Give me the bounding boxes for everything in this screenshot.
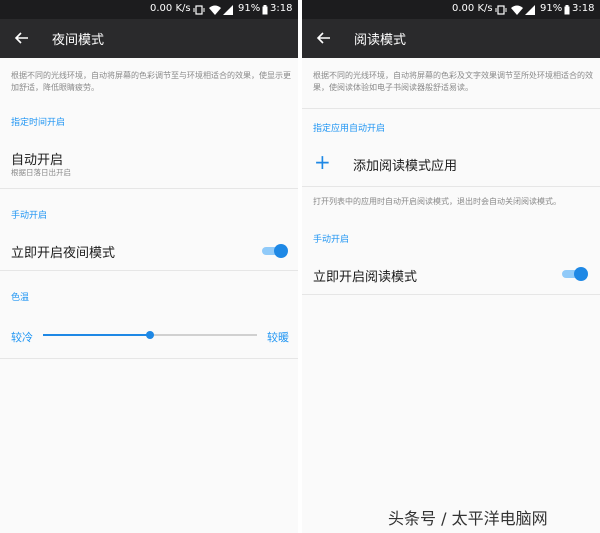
app-bar: 阅读模式 xyxy=(302,19,600,58)
auto-on-subtitle: 根据日落日出开启 xyxy=(11,168,71,177)
divider xyxy=(0,358,298,359)
divider xyxy=(0,188,298,189)
clock: 3:18 xyxy=(572,3,595,14)
color-temperature-slider[interactable] xyxy=(43,328,257,342)
reading-mode-description: 根据不同的光线环境，自动将屏幕的色彩及文字效果调节至所处环境相适合的效果，使阅读… xyxy=(313,71,593,92)
page-title: 阅读模式 xyxy=(354,33,407,48)
instant-night-mode-toggle[interactable] xyxy=(262,243,288,259)
night-mode-description: 根据不同的光线环境，自动将屏幕的色彩调节至与环境相适合的效果，使显示更加舒适，降… xyxy=(11,71,291,92)
section-scheduled-on: 指定时间开启 xyxy=(11,118,66,128)
battery-icon xyxy=(262,5,268,15)
instant-reading-mode-label: 立即开启阅读模式 xyxy=(313,270,418,285)
divider xyxy=(0,270,298,271)
battery-percent: 91% xyxy=(540,3,563,14)
arrow-left-icon[interactable] xyxy=(315,29,333,47)
clock: 3:18 xyxy=(270,3,293,14)
section-app-auto-on: 指定应用自动开启 xyxy=(313,124,386,134)
battery-icon xyxy=(564,5,570,15)
reading-mode-screen: 0.00 K/s 91% 3:18 阅读模式 根据不同的光线环境，自动将屏幕的色… xyxy=(302,0,600,533)
vibrate-icon xyxy=(193,5,205,15)
status-bar: 0.00 K/s 91% 3:18 xyxy=(0,0,298,19)
wifi-icon xyxy=(511,5,523,15)
vibrate-icon xyxy=(495,5,507,15)
instant-reading-mode-toggle[interactable] xyxy=(562,266,588,282)
arrow-left-icon[interactable] xyxy=(13,29,31,47)
color-temp-cool-label: 较冷 xyxy=(11,331,33,344)
add-reading-app-label: 添加阅读模式应用 xyxy=(353,159,458,174)
instant-night-mode-label: 立即开启夜间模式 xyxy=(11,246,116,261)
color-temp-warm-label: 较暖 xyxy=(267,331,289,344)
section-manual-on: 手动开启 xyxy=(313,235,350,245)
watermark: 头条号 / 太平洋电脑网 xyxy=(388,509,548,528)
slider-thumb[interactable] xyxy=(146,331,154,339)
plus-icon[interactable]: + xyxy=(314,152,331,172)
divider xyxy=(302,294,600,295)
battery-percent: 91% xyxy=(238,3,261,14)
network-speed: 0.00 K/s xyxy=(150,3,191,14)
section-color-temperature: 色温 xyxy=(11,293,30,303)
signal-icon xyxy=(223,5,233,15)
night-mode-screen: 0.00 K/s 91% 3:18 夜间模式 根据不同的光线环境，自动将屏幕的色… xyxy=(0,0,298,533)
signal-icon xyxy=(525,5,535,15)
network-speed: 0.00 K/s xyxy=(452,3,493,14)
wifi-icon xyxy=(209,5,221,15)
divider xyxy=(302,186,600,187)
auto-on-title: 自动开启 xyxy=(11,153,64,168)
reading-apps-note: 打开列表中的应用时自动开启阅读模式，退出时会自动关闭阅读模式。 xyxy=(313,197,561,206)
divider xyxy=(302,108,600,109)
section-manual-on: 手动开启 xyxy=(11,211,48,221)
status-bar: 0.00 K/s 91% 3:18 xyxy=(302,0,600,19)
page-title: 夜间模式 xyxy=(52,33,105,48)
app-bar: 夜间模式 xyxy=(0,19,298,58)
